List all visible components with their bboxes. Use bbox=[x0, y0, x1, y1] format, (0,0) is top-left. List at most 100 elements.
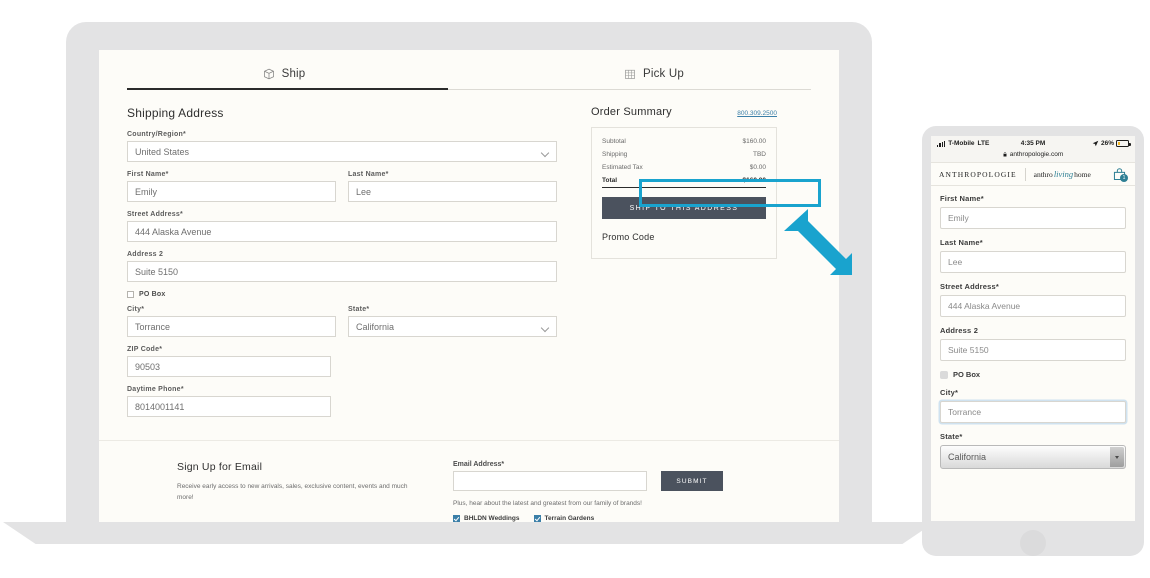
logo-divider bbox=[1024, 167, 1026, 181]
bhldn-label: BHLDN Weddings bbox=[464, 515, 520, 522]
bag-count-badge: 1 bbox=[1120, 173, 1128, 182]
order-summary-header: Order Summary 800.309.2500 bbox=[591, 106, 777, 118]
phone-city-input[interactable]: Torrance bbox=[940, 401, 1126, 423]
field-phone: Daytime Phone* 8014001141 bbox=[127, 386, 331, 417]
laptop-device: Ship Pick Up Shipping Address Country/Re… bbox=[3, 22, 935, 544]
anthro-living-home-logo[interactable]: anthro living home bbox=[1034, 169, 1091, 179]
cta-wrap: SHIP TO THIS ADDRESS bbox=[592, 197, 776, 219]
phone-street-address-input[interactable]: 444 Alaska Avenue bbox=[940, 295, 1126, 317]
country-select-value: United States bbox=[135, 146, 190, 157]
phone-first-name-label: First Name* bbox=[940, 194, 984, 203]
address2-value: Suite 5150 bbox=[135, 266, 179, 277]
phone-shipping-form: First Name* Emily Last Name* Lee Street … bbox=[931, 186, 1135, 469]
phone-input[interactable]: 8014001141 bbox=[127, 396, 331, 417]
anthropologie-logo[interactable]: ANTHROPOLOGIE bbox=[939, 170, 1017, 179]
brand-secondary-post: home bbox=[1074, 170, 1091, 179]
address2-input[interactable]: Suite 5150 bbox=[127, 261, 557, 282]
po-box-checkbox[interactable] bbox=[127, 291, 134, 298]
promo-code-toggle[interactable]: Promo Code bbox=[602, 219, 766, 258]
phone-last-name-input[interactable]: Lee bbox=[940, 251, 1126, 273]
order-summary-panel: Order Summary 800.309.2500 Subtotal $160… bbox=[591, 106, 777, 426]
browser-url-bar[interactable]: anthropologie.com bbox=[931, 151, 1135, 162]
city-input[interactable]: Torrance bbox=[127, 316, 336, 337]
signup-email-label: Email Address* bbox=[453, 461, 505, 468]
phone-field-city: City* Torrance bbox=[940, 388, 1126, 423]
zip-input[interactable]: 90503 bbox=[127, 356, 331, 377]
email-signup-section: Sign Up for Email Receive early access t… bbox=[99, 440, 839, 522]
summary-tax-value: $0.00 bbox=[749, 164, 766, 171]
phone-screen: T-Mobile LTE 4:35 PM 26% anthropologie.c… bbox=[931, 136, 1135, 521]
name-row: First Name* Emily Last Name* Lee bbox=[127, 171, 557, 211]
phone-first-name-input[interactable]: Emily bbox=[940, 207, 1126, 229]
field-address2: Address 2 Suite 5150 bbox=[127, 251, 557, 282]
status-time: 4:35 PM bbox=[1020, 140, 1046, 147]
phone-street-address-value: 444 Alaska Avenue bbox=[948, 301, 1021, 311]
phone-po-box-checkbox[interactable] bbox=[940, 370, 948, 379]
field-city: City* Torrance bbox=[127, 306, 336, 346]
lock-icon bbox=[1003, 152, 1007, 157]
shopping-bag-icon[interactable]: 1 bbox=[1112, 167, 1128, 182]
first-name-input[interactable]: Emily bbox=[127, 181, 336, 202]
signup-note: Plus, hear about the latest and greatest… bbox=[453, 500, 642, 507]
signup-check-terrain[interactable]: Terrain Gardens bbox=[533, 515, 595, 522]
field-zip: ZIP Code* 90503 bbox=[127, 346, 331, 377]
terrain-label: Terrain Gardens bbox=[544, 515, 595, 522]
phone-home-button[interactable] bbox=[1020, 530, 1046, 556]
phone-state-select[interactable]: California bbox=[940, 445, 1126, 469]
phone-last-name-label: Last Name* bbox=[940, 238, 983, 247]
phone-city-label: City* bbox=[940, 388, 959, 397]
signup-form: Email Address* SUBMIT Plus, hear about t… bbox=[453, 461, 811, 522]
summary-shipping-value: TBD bbox=[753, 151, 766, 158]
tab-ship[interactable]: Ship bbox=[99, 68, 469, 89]
customer-service-phone-link[interactable]: 800.309.2500 bbox=[737, 110, 777, 117]
phone-po-box-row[interactable]: PO Box bbox=[940, 370, 1126, 379]
phone-address2-value: Suite 5150 bbox=[948, 345, 989, 355]
state-select[interactable]: California bbox=[348, 316, 557, 337]
laptop-screen: Ship Pick Up Shipping Address Country/Re… bbox=[99, 50, 839, 522]
summary-line-subtotal: Subtotal $160.00 bbox=[602, 138, 766, 145]
field-country-label: Country/Region* bbox=[127, 131, 186, 138]
phone-address2-input[interactable]: Suite 5150 bbox=[940, 339, 1126, 361]
url-text: anthropologie.com bbox=[1009, 151, 1064, 158]
summary-subtotal-value: $160.00 bbox=[742, 138, 767, 145]
field-country: Country/Region* United States bbox=[127, 131, 557, 162]
chevron-down-icon[interactable] bbox=[1110, 447, 1124, 467]
signup-check-bhldn[interactable]: BHLDN Weddings bbox=[453, 515, 520, 522]
signup-title: Sign Up for Email bbox=[177, 461, 263, 473]
page-title: Shipping Address bbox=[127, 106, 224, 120]
po-box-checkbox-row[interactable]: PO Box bbox=[127, 291, 557, 298]
terrain-checkbox[interactable] bbox=[533, 515, 541, 522]
pointer-arrow-annotation bbox=[784, 209, 852, 275]
phone-device: T-Mobile LTE 4:35 PM 26% anthropologie.c… bbox=[922, 126, 1144, 556]
bhldn-checkbox[interactable] bbox=[453, 515, 460, 522]
order-summary-title: Order Summary bbox=[591, 106, 672, 118]
summary-subtotal-label: Subtotal bbox=[602, 138, 626, 145]
phone-address2-label: Address 2 bbox=[940, 326, 979, 335]
field-first-name-label: First Name* bbox=[127, 171, 169, 178]
field-city-label: City* bbox=[127, 306, 145, 313]
phone-status-bar: T-Mobile LTE 4:35 PM 26% bbox=[931, 136, 1135, 151]
ship-to-this-address-button[interactable]: SHIP TO THIS ADDRESS bbox=[602, 197, 766, 219]
field-zip-label: ZIP Code* bbox=[127, 346, 163, 353]
signup-submit-button[interactable]: SUBMIT bbox=[661, 471, 723, 491]
signup-body: Receive early access to new arrivals, sa… bbox=[177, 483, 408, 502]
phone-field-address2: Address 2 Suite 5150 bbox=[940, 326, 1126, 361]
summary-line-total: Total $160.00 bbox=[602, 177, 766, 188]
checkout-content: Shipping Address Country/Region* United … bbox=[99, 90, 839, 426]
store-icon bbox=[624, 68, 636, 80]
brand-secondary-pre: anthro bbox=[1033, 170, 1053, 179]
phone-field-first-name: First Name* Emily bbox=[940, 194, 1126, 229]
last-name-input[interactable]: Lee bbox=[348, 181, 557, 202]
tab-pickup[interactable]: Pick Up bbox=[469, 68, 839, 89]
street-address-value: 444 Alaska Avenue bbox=[135, 226, 212, 237]
phone-city-value: Torrance bbox=[948, 407, 982, 417]
zip-value: 90503 bbox=[135, 361, 161, 372]
summary-line-tax: Estimated Tax $0.00 bbox=[602, 164, 766, 171]
delivery-method-tabs: Ship Pick Up bbox=[99, 50, 839, 89]
signup-email-input[interactable] bbox=[453, 471, 647, 491]
street-address-input[interactable]: 444 Alaska Avenue bbox=[127, 221, 557, 242]
summary-shipping-label: Shipping bbox=[602, 151, 628, 158]
country-select[interactable]: United States bbox=[127, 141, 557, 162]
brand-secondary-script: living bbox=[1053, 169, 1074, 179]
summary-total-value: $160.00 bbox=[742, 177, 767, 184]
